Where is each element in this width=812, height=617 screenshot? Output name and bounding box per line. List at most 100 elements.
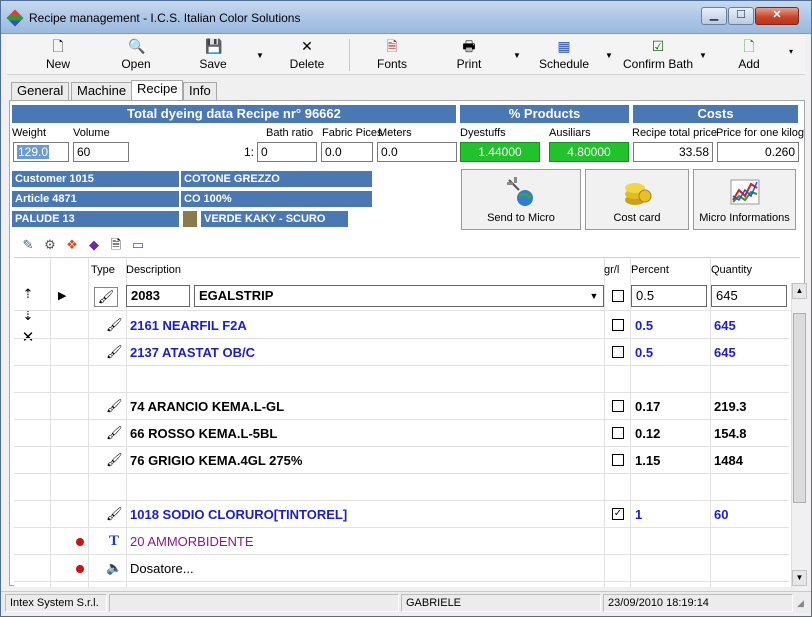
maximize-button[interactable]: ☐ [728,7,754,25]
recipe-grid: Type Description gr/l Percent Quantity ⇡… [14,257,800,587]
table-row[interactable]: 🖌 1018 SODIO CLORURO[TINTOREL] ✓ 1 60 [14,501,789,528]
delete-button[interactable]: ✕ Delete [283,37,331,73]
product-brush-icon: 🖌 [106,398,123,413]
resize-grip-icon[interactable]: ◢ [797,598,804,609]
tab-general[interactable]: General [11,82,70,100]
recipe-total-price-field: 33.58 [633,142,713,162]
confirm-bath-button[interactable]: ☑ Confirm Bath [619,37,697,73]
table-row[interactable]: 🖌 2137 ATASTAT OB/C 0.5 645 [14,339,789,366]
meters-field[interactable]: 0.0 [377,142,457,162]
costs-header: Costs [633,105,798,123]
product-brush-icon: 🖌 [106,344,123,359]
type-column-header: Type [91,264,115,276]
print-button[interactable]: 🖶 Print [447,37,491,73]
product-type-icon[interactable]: 🖌 [94,287,118,307]
schedule-button[interactable]: ▦ Schedule [533,37,595,73]
grl-checkbox[interactable] [612,427,624,439]
weight-field[interactable]: 129.0 [13,142,69,162]
open-button[interactable]: 🔍 Open [113,37,159,73]
toolbar-overflow-icon[interactable]: ▾ [789,47,793,56]
table-row-empty[interactable] [14,474,789,501]
edit-settings-icon[interactable]: ⚙ [42,237,58,253]
cost-card-button[interactable]: Cost card [585,169,689,230]
table-row[interactable]: T 20 AMMORBIDENTE [14,528,789,555]
table-row-empty[interactable] [14,366,789,393]
product-brush-icon: 🖌 [106,452,123,467]
product-brush-icon: 🖌 [106,317,123,332]
scroll-up-arrow-icon[interactable]: ▲ [792,283,807,299]
confirm-checkmark-icon: ☑ [651,38,665,54]
grl-checkbox[interactable] [612,290,624,302]
micro-informations-button[interactable]: Micro Informations [693,169,796,230]
grid-scrollbar[interactable]: ▲ ▼ [791,283,807,587]
recipe-total-price-label: Recipe total price [632,127,717,139]
printer-icon: 🖶 [462,38,476,54]
grl-checkbox[interactable] [612,319,624,331]
step-marker-icon [76,538,84,546]
confirm-bath-dropdown-arrow-icon[interactable]: ▼ [699,51,707,60]
scroll-down-arrow-icon[interactable]: ▼ [792,570,807,586]
minimize-button[interactable]: ▁ [701,7,727,25]
current-row-indicator-icon: ▶ [58,290,67,302]
table-row[interactable]: 🖌 2161 NEARFIL F2A 0.5 645 [14,312,789,339]
window-title: Recipe management - I.C.S. Italian Color… [29,11,301,25]
chevron-down-icon[interactable]: ▼ [587,288,601,304]
text-note-icon: T [108,533,119,549]
diamond-icon[interactable]: ◆ [86,237,102,253]
product-code-field[interactable]: 2083 [126,285,190,307]
step-marker-icon [76,565,84,573]
print-dropdown-arrow-icon[interactable]: ▼ [513,51,521,60]
percent-column-header: Percent [631,264,669,276]
tab-recipe[interactable]: Recipe [131,80,184,101]
add-button[interactable]: 🗋 Add [731,37,767,73]
delete-x-icon: ✕ [301,38,313,54]
recipe-management-window: Recipe management - I.C.S. Italian Color… [0,0,812,617]
fabric-pieces-field[interactable]: 0.0 [321,142,373,162]
table-row[interactable]: 🖌 74 ARANCIO KEMA.L-GL 0.17 219.3 [14,393,789,420]
ausiliars-field: 4.80000 [549,142,629,162]
tab-machine[interactable]: Machine [71,82,133,100]
add-document-icon: 🗋 [743,38,755,54]
table-row[interactable]: 🖌 66 ROSSO KEMA.L-5BL 0.12 154.8 [14,420,789,447]
color-value-bar: VERDE KAKY - SCURO [201,211,348,227]
schedule-calendar-icon: ▦ [557,38,571,54]
volume-label: Volume [73,127,110,139]
scroll-thumb[interactable] [793,313,806,503]
preview-icon[interactable]: ▭ [130,237,146,253]
close-button[interactable]: ✕ [755,7,799,25]
customer-value-bar: COTONE GREZZO [181,171,372,187]
table-row[interactable]: 🖌 76 GRIGIO KEMA.4GL 275% 1.15 1484 [14,447,789,474]
save-button[interactable]: 💾 Save [191,37,235,73]
product-name-combo[interactable]: EGALSTRIP ▼ [194,285,604,307]
article-value-bar: CO 100% [181,191,372,207]
pour-icon[interactable]: ✎ [20,237,36,253]
table-row-editing[interactable]: ▶ 🖌 2083 EGALSTRIP ▼ 0.5 645 [14,281,789,311]
bath-ratio-field[interactable]: 0 [257,142,317,162]
grl-checkbox[interactable] [612,346,624,358]
grl-checkbox-checked[interactable]: ✓ [612,508,624,520]
volume-field[interactable]: 60 [73,142,129,162]
recipe-tab-panel: Total dyeing data Recipe nr° 96662 % Pro… [9,100,805,587]
schedule-dropdown-arrow-icon[interactable]: ▼ [605,51,613,60]
send-satellite-icon [507,177,533,206]
bath-ratio-prefix: 1: [244,145,255,159]
weight-label: Weight [12,127,47,139]
send-to-micro-button[interactable]: Send to Micro [461,169,581,230]
tab-info[interactable]: Info [183,82,217,100]
customer-bar: Customer 1015 [12,171,179,187]
grl-checkbox[interactable] [612,400,624,412]
quantity-column-header: Quantity [711,264,752,276]
title-bar: Recipe management - I.C.S. Italian Color… [1,1,811,34]
table-row[interactable]: 🔈 Dosatore... [14,555,789,582]
toolbar-separator [349,39,350,71]
grl-column-header: gr/l [604,264,620,276]
grl-checkbox[interactable] [612,454,624,466]
quantity-field[interactable]: 645 [711,285,787,307]
color-bar: PALUDE 13 [12,211,179,227]
save-dropdown-arrow-icon[interactable]: ▼ [256,51,264,60]
document-icon[interactable]: 🗎 [108,237,124,253]
fonts-button[interactable]: 🗎 Fonts [367,37,417,73]
color-components-icon[interactable]: ❖ [64,237,80,253]
new-button[interactable]: 🗋 New [37,37,79,73]
percent-field[interactable]: 0.5 [631,285,707,307]
